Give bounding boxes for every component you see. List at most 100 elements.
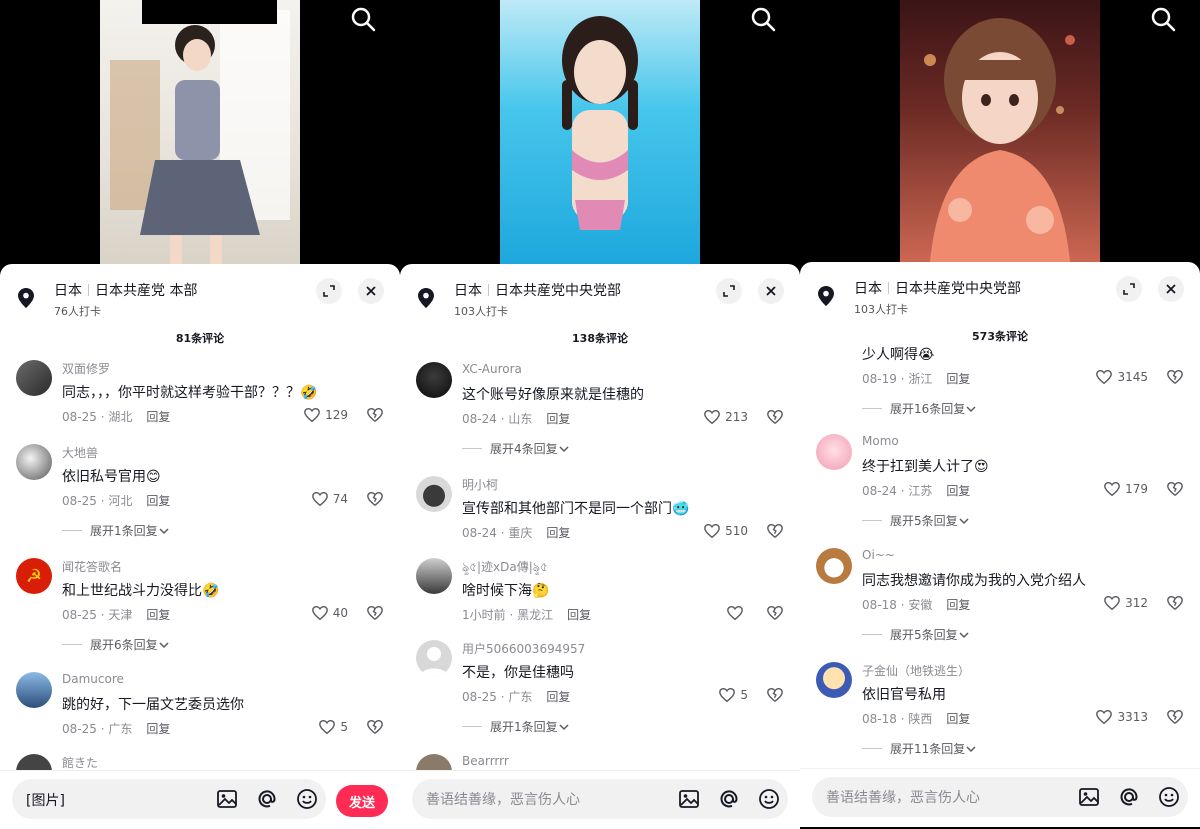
avatar[interactable]: ☭ bbox=[16, 558, 52, 594]
reply-button[interactable]: 回复 bbox=[146, 722, 170, 736]
avatar[interactable] bbox=[416, 640, 452, 676]
image-icon[interactable] bbox=[216, 788, 238, 810]
emoji-icon[interactable] bbox=[296, 788, 318, 810]
reply-button[interactable]: 回复 bbox=[946, 712, 970, 726]
video-player[interactable] bbox=[100, 0, 300, 270]
dislike-icon[interactable] bbox=[1166, 708, 1184, 726]
location-header[interactable]: 日本 日本共産党 本部 76人打卡 bbox=[16, 278, 384, 318]
comment-username[interactable]: Damucore bbox=[62, 672, 124, 686]
avatar[interactable] bbox=[16, 672, 52, 708]
dislike-icon[interactable] bbox=[366, 604, 384, 622]
expand-replies[interactable]: 展开16条回复 bbox=[862, 400, 977, 417]
like-button[interactable]: 129 bbox=[303, 406, 348, 424]
dislike-icon[interactable] bbox=[1166, 594, 1184, 612]
video-player[interactable] bbox=[500, 0, 700, 270]
reply-button[interactable]: 回复 bbox=[567, 608, 591, 622]
avatar[interactable] bbox=[816, 662, 852, 698]
like-button[interactable] bbox=[726, 604, 748, 622]
reply-button[interactable]: 回复 bbox=[146, 608, 170, 622]
close-button[interactable] bbox=[1158, 276, 1184, 302]
location-header[interactable]: 日本 日本共産党中央党部 103人打卡 bbox=[816, 276, 1184, 316]
avatar[interactable] bbox=[16, 360, 52, 396]
expand-replies[interactable]: 展开4条回复 bbox=[462, 440, 570, 457]
emoji-icon[interactable] bbox=[758, 788, 780, 810]
avatar[interactable] bbox=[16, 754, 52, 771]
avatar[interactable] bbox=[816, 434, 852, 470]
dislike-icon[interactable] bbox=[366, 718, 384, 736]
dislike-icon[interactable] bbox=[766, 686, 784, 704]
emoji-icon[interactable] bbox=[1158, 786, 1180, 808]
like-button[interactable]: 3313 bbox=[1095, 708, 1148, 726]
avatar[interactable] bbox=[416, 558, 452, 594]
video-player[interactable] bbox=[900, 0, 1100, 270]
comment-list[interactable]: 少人啊得😭 08-19 · 浙江 回复 3145 展开16条回复 Momo 终于扛… bbox=[800, 344, 1200, 769]
reply-button[interactable]: 回复 bbox=[946, 484, 970, 498]
like-button[interactable]: 40 bbox=[311, 604, 348, 622]
expand-button[interactable] bbox=[316, 278, 342, 304]
comment-input[interactable] bbox=[24, 779, 198, 821]
comment-username[interactable]: 明小柯 bbox=[462, 476, 498, 493]
like-button[interactable]: 3145 bbox=[1095, 368, 1148, 386]
comment-username[interactable]: 大地兽 bbox=[62, 444, 98, 461]
avatar[interactable] bbox=[416, 362, 452, 398]
dislike-icon[interactable] bbox=[1166, 480, 1184, 498]
dislike-icon[interactable] bbox=[766, 408, 784, 426]
reply-button[interactable]: 回复 bbox=[546, 690, 570, 704]
comment-username[interactable]: 用户5066003694957 bbox=[462, 640, 585, 657]
avatar[interactable] bbox=[416, 754, 452, 771]
expand-replies[interactable]: 展开1条回复 bbox=[62, 522, 170, 539]
comment-username[interactable]: XC-Aurora bbox=[462, 362, 522, 376]
search-icon[interactable] bbox=[750, 6, 776, 32]
expand-button[interactable] bbox=[716, 278, 742, 304]
comment-input[interactable] bbox=[424, 779, 598, 821]
like-button[interactable]: 510 bbox=[703, 522, 748, 540]
avatar[interactable] bbox=[16, 444, 52, 480]
comment-input[interactable] bbox=[824, 777, 998, 819]
like-button[interactable]: 5 bbox=[318, 718, 348, 736]
avatar[interactable] bbox=[416, 476, 452, 512]
reply-button[interactable]: 回复 bbox=[946, 372, 970, 386]
reply-button[interactable]: 回复 bbox=[146, 410, 170, 424]
comment-list[interactable]: 双面修罗 同志，，，你平时就这样考验干部？？？🤣 08-25 · 湖北 回复 12… bbox=[0, 354, 400, 771]
comment-username[interactable]: Bearrrrr bbox=[462, 754, 509, 768]
expand-replies[interactable]: 展开1条回复 bbox=[462, 718, 570, 735]
dislike-icon[interactable] bbox=[1166, 368, 1184, 386]
like-button[interactable]: 74 bbox=[311, 490, 348, 508]
expand-replies[interactable]: 展开6条回复 bbox=[62, 636, 170, 653]
search-icon[interactable] bbox=[350, 6, 376, 32]
mention-icon[interactable] bbox=[1118, 786, 1140, 808]
location-header[interactable]: 日本 日本共産党中央党部 103人打卡 bbox=[416, 278, 784, 318]
image-icon[interactable] bbox=[678, 788, 700, 810]
mention-icon[interactable] bbox=[256, 788, 278, 810]
dislike-icon[interactable] bbox=[366, 406, 384, 424]
like-button[interactable]: 312 bbox=[1103, 594, 1148, 612]
mention-icon[interactable] bbox=[718, 788, 740, 810]
reply-button[interactable]: 回复 bbox=[146, 494, 170, 508]
close-button[interactable] bbox=[758, 278, 784, 304]
dislike-icon[interactable] bbox=[366, 490, 384, 508]
expand-replies[interactable]: 展开11条回复 bbox=[862, 740, 977, 757]
comment-username[interactable]: ৡ৫|迹xDa傳|ৡ৫ bbox=[462, 558, 548, 579]
comment-username[interactable]: Momo bbox=[862, 434, 899, 448]
search-icon[interactable] bbox=[1150, 6, 1176, 32]
avatar[interactable] bbox=[816, 548, 852, 584]
expand-button[interactable] bbox=[1116, 276, 1142, 302]
send-button[interactable]: 发送 bbox=[336, 785, 388, 817]
comment-username[interactable]: Oi~~ bbox=[862, 548, 895, 562]
expand-replies[interactable]: 展开5条回复 bbox=[862, 626, 970, 643]
reply-button[interactable]: 回复 bbox=[546, 526, 570, 540]
comment-username[interactable]: 子金仙（地铁逃生） bbox=[862, 662, 970, 679]
dislike-icon[interactable] bbox=[766, 604, 784, 622]
like-button[interactable]: 179 bbox=[1103, 480, 1148, 498]
close-button[interactable] bbox=[358, 278, 384, 304]
like-button[interactable]: 5 bbox=[718, 686, 748, 704]
image-icon[interactable] bbox=[1078, 786, 1100, 808]
comment-username[interactable]: 双面修罗 bbox=[62, 360, 110, 377]
reply-button[interactable]: 回复 bbox=[946, 598, 970, 612]
dislike-icon[interactable] bbox=[766, 522, 784, 540]
comment-username[interactable]: 闻花答歌名 bbox=[62, 558, 122, 575]
comment-list[interactable]: XC-Aurora 这个账号好像原来就是佳穗的 08-24 · 山东 回复 213… bbox=[400, 354, 800, 771]
reply-button[interactable]: 回复 bbox=[546, 412, 570, 426]
like-button[interactable]: 213 bbox=[703, 408, 748, 426]
comment-username[interactable]: 館きた bbox=[62, 754, 98, 771]
